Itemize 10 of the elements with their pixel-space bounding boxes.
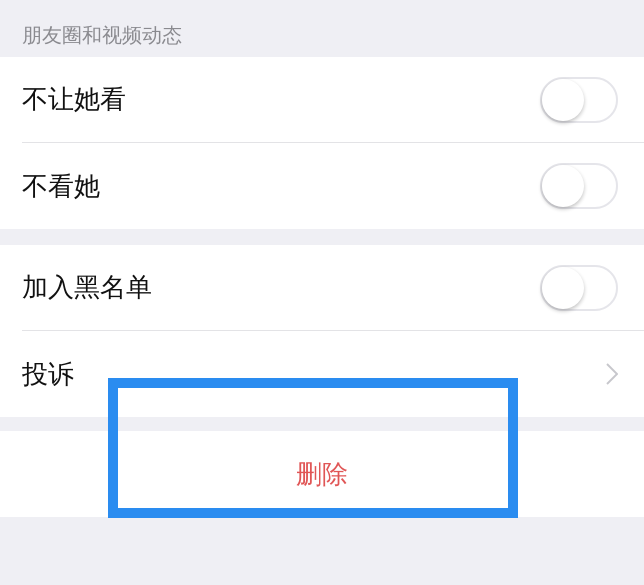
chevron-icon [606,363,618,385]
row-label: 投诉 [22,358,74,392]
toggle-switch[interactable] [540,76,618,122]
row-label: 加入黑名单 [22,272,152,305]
row-label: 不让她看 [22,84,126,117]
toggle-switch[interactable] [540,163,618,209]
delete-button[interactable]: 删除 [0,431,644,517]
section-header: 朋友圈和视频动态 [22,22,182,49]
row-label: 不看她 [22,170,100,204]
toggle-switch[interactable] [540,264,618,310]
